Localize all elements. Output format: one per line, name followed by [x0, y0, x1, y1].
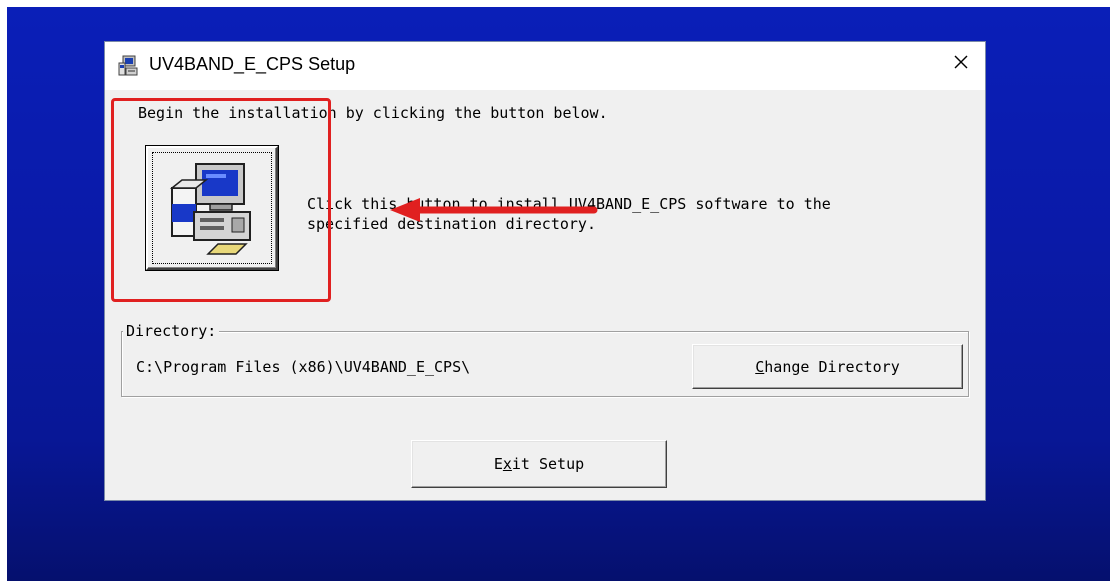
change-directory-label: hange Directory — [764, 357, 900, 376]
exit-setup-button[interactable]: Ex it Setup — [411, 440, 667, 488]
exit-setup-accel: x — [502, 455, 512, 473]
exit-setup-label: it Setup — [511, 455, 585, 473]
directory-label: Directory: — [123, 322, 220, 340]
annotation-highlight-box — [111, 98, 331, 302]
change-directory-button[interactable]: Change Directory — [692, 344, 963, 389]
setup-computer-icon — [117, 55, 139, 77]
window-title: UV4BAND_E_CPS Setup — [149, 54, 356, 74]
change-directory-accel: C — [755, 357, 765, 376]
title-bar[interactable]: UV4BAND_E_CPS Setup — [105, 42, 985, 90]
annotation-arrow — [390, 197, 600, 228]
directory-path: C:\Program Files (x86)\UV4BAND_E_CPS\ — [136, 358, 471, 376]
close-button[interactable] — [937, 42, 985, 86]
setup-dialog: UV4BAND_E_CPS Setup Begin the installati… — [104, 41, 986, 501]
exit-setup-label-pre: E — [493, 455, 503, 473]
close-icon — [953, 54, 969, 75]
